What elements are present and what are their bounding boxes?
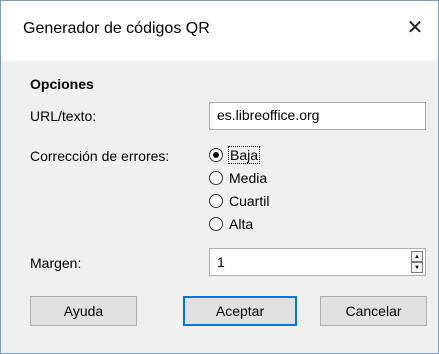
- radio-cuartil-label: Cuartil: [229, 193, 270, 209]
- radio-alta[interactable]: Alta: [209, 213, 253, 235]
- title-bar: Generador de códigos QR ✕: [1, 1, 438, 61]
- spin-buttons: ▲ ▼: [411, 251, 423, 273]
- margin-value: 1: [217, 254, 225, 270]
- radio-cuartil[interactable]: Cuartil: [209, 190, 269, 212]
- radio-button-icon[interactable]: [209, 194, 223, 208]
- options-panel: Opciones URL/texto: es.libreoffice.org C…: [18, 63, 438, 353]
- margin-spinbox[interactable]: 1 ▲ ▼: [209, 248, 426, 276]
- radio-button-icon[interactable]: [209, 217, 223, 231]
- dialog-title: Generador de códigos QR: [23, 20, 210, 37]
- radio-media-label: Media: [229, 170, 268, 186]
- error-correction-label: Corrección de errores:: [30, 148, 170, 164]
- spin-down-icon[interactable]: ▼: [411, 262, 423, 273]
- margin-label: Margen:: [30, 255, 82, 271]
- radio-media[interactable]: Media: [209, 167, 267, 189]
- cancel-button[interactable]: Cancelar: [320, 296, 427, 326]
- options-heading: Opciones: [30, 76, 94, 92]
- radio-alta-label: Alta: [229, 216, 254, 232]
- radio-baja[interactable]: Baja: [209, 144, 261, 166]
- radio-baja-label: Baja: [227, 146, 261, 164]
- radio-button-icon[interactable]: [209, 148, 223, 162]
- url-label: URL/texto:: [30, 108, 97, 124]
- url-text-input[interactable]: es.libreoffice.org: [209, 102, 426, 130]
- radio-button-icon[interactable]: [209, 171, 223, 185]
- qr-code-dialog: Generador de códigos QR ✕ Opciones URL/t…: [0, 0, 439, 354]
- help-button[interactable]: Ayuda: [30, 296, 137, 326]
- accept-button[interactable]: Aceptar: [183, 296, 297, 326]
- spin-up-icon[interactable]: ▲: [411, 251, 423, 262]
- close-icon[interactable]: ✕: [402, 14, 428, 40]
